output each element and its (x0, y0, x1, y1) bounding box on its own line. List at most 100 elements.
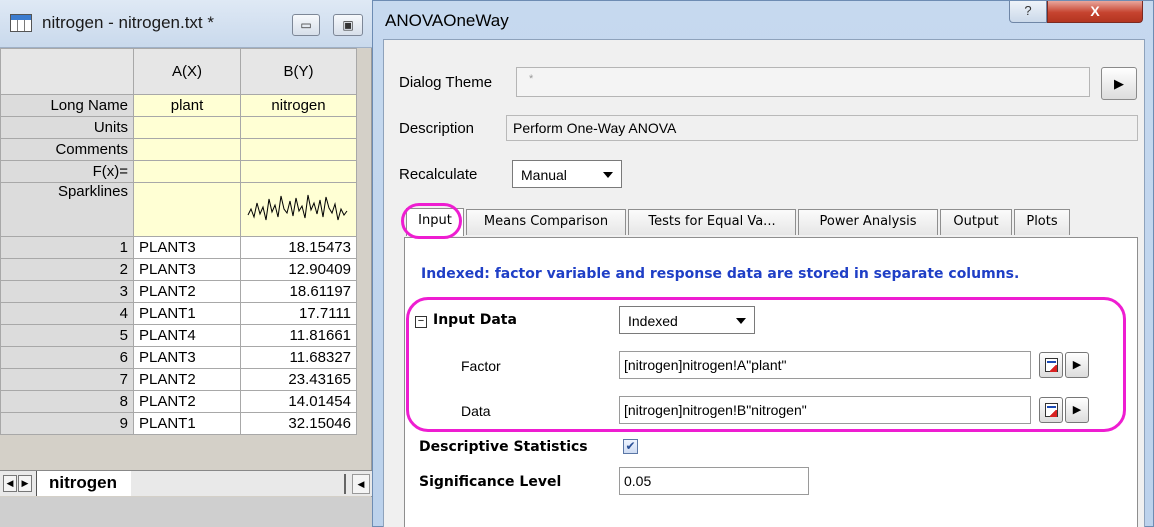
cell[interactable]: PLANT3 (133, 258, 241, 281)
cell[interactable] (133, 182, 241, 237)
cell[interactable]: 17.7111 (240, 302, 357, 325)
row-number[interactable]: 2 (0, 258, 134, 281)
sparkline-cell[interactable] (240, 182, 357, 237)
row-number[interactable]: 6 (0, 346, 134, 369)
tab-power-analysis[interactable]: Power Analysis (798, 209, 938, 235)
help-button[interactable]: ? (1009, 1, 1047, 23)
hscroll-left-button[interactable]: ◀ (352, 474, 370, 494)
sparkline-line (247, 194, 348, 221)
dialog-title: ANOVAOneWay (385, 11, 509, 30)
cell[interactable] (240, 116, 357, 139)
cell[interactable]: nitrogen (240, 94, 357, 117)
recalculate-value: Manual (521, 167, 567, 183)
tab-label: Tests for Equal Va... (648, 214, 776, 229)
minimize-button[interactable]: ▭ (292, 14, 320, 36)
tab-splitter[interactable] (344, 474, 346, 494)
cell[interactable]: PLANT2 (133, 390, 241, 413)
significance-level-label: Significance Level (419, 474, 562, 490)
cell[interactable] (133, 116, 241, 139)
close-icon: X (1090, 3, 1100, 19)
tab-label: Plots (1026, 214, 1058, 229)
descriptive-statistics-checkbox[interactable]: ✔ (623, 439, 638, 454)
cell[interactable] (240, 160, 357, 183)
cell[interactable]: PLANT4 (133, 324, 241, 347)
worksheet-icon (10, 14, 32, 32)
row-number[interactable]: 1 (0, 236, 134, 259)
chevron-down-icon (603, 172, 613, 178)
dialog-theme-value: * (529, 73, 534, 85)
checkmark-icon: ✔ (625, 439, 636, 453)
significance-level-value: 0.05 (624, 473, 652, 489)
chevron-left-icon: ◀ (6, 478, 14, 488)
row-number[interactable]: 9 (0, 412, 134, 435)
input-info-text: Indexed: factor variable and response da… (421, 266, 1020, 282)
worksheet-grid: A(X) B(Y) Long Name plant nitrogen Units… (0, 48, 357, 435)
tab-scroll-right-button[interactable]: ▶ (18, 475, 32, 492)
row-number[interactable]: 3 (0, 280, 134, 303)
cell[interactable]: 11.68327 (240, 346, 357, 369)
row-label-long-name[interactable]: Long Name (0, 94, 134, 117)
cell[interactable]: PLANT1 (133, 412, 241, 435)
tab-scroll-left-button[interactable]: ◀ (3, 475, 17, 492)
sheet-tab-bar: ◀ ▶ nitrogen ◀ (0, 470, 372, 496)
row-label-fx[interactable]: F(x)= (0, 160, 134, 183)
cell[interactable]: PLANT3 (133, 346, 241, 369)
sparkline-chart (247, 194, 348, 221)
restore-icon: ▣ (342, 18, 354, 32)
restore-button[interactable]: ▣ (333, 14, 363, 36)
cell[interactable]: 12.90409 (240, 258, 357, 281)
cell[interactable]: PLANT2 (133, 280, 241, 303)
significance-level-input[interactable]: 0.05 (619, 467, 809, 495)
corner-cell[interactable] (0, 48, 134, 95)
cell[interactable]: 11.81661 (240, 324, 357, 347)
worksheet-status-area (0, 497, 372, 527)
row-label-units[interactable]: Units (0, 116, 134, 139)
cell[interactable] (133, 138, 241, 161)
column-header-a[interactable]: A(X) (133, 48, 241, 95)
cell[interactable]: PLANT1 (133, 302, 241, 325)
recalculate-label: Recalculate (399, 166, 478, 183)
input-tab-highlight (401, 203, 462, 239)
row-label-sparklines[interactable]: Sparklines (0, 182, 134, 237)
cell[interactable]: PLANT3 (133, 236, 241, 259)
row-number[interactable]: 8 (0, 390, 134, 413)
dialog-theme-menu-button[interactable]: ▶ (1101, 67, 1137, 100)
cell[interactable] (133, 160, 241, 183)
arrow-left-icon: ◀ (357, 479, 365, 489)
cell[interactable]: 23.43165 (240, 368, 357, 391)
row-number[interactable]: 5 (0, 324, 134, 347)
dialog-body: Dialog Theme * ▶ Description Perform One… (383, 39, 1145, 527)
tab-tests-for-equal-variance[interactable]: Tests for Equal Va... (628, 209, 796, 235)
cell[interactable]: PLANT2 (133, 368, 241, 391)
cell[interactable]: 18.15473 (240, 236, 357, 259)
tab-label: Power Analysis (819, 214, 917, 229)
cell[interactable] (240, 138, 357, 161)
tab-means-comparison[interactable]: Means Comparison (466, 209, 626, 235)
dialog-theme-field[interactable]: * (516, 67, 1090, 97)
cell[interactable]: 18.61197 (240, 280, 357, 303)
worksheet-title: nitrogen - nitrogen.txt * (42, 13, 214, 32)
descriptive-statistics-label: Descriptive Statistics (419, 439, 588, 455)
cell[interactable]: plant (133, 94, 241, 117)
tab-label: Output (953, 214, 999, 229)
anova-dialog: ANOVAOneWay ? X Dialog Theme * ▶ Descrip… (372, 0, 1154, 527)
tab-output[interactable]: Output (940, 209, 1012, 235)
triangle-right-icon: ▶ (1114, 76, 1124, 91)
sheet-tab-label: nitrogen (49, 473, 117, 492)
cell[interactable]: 14.01454 (240, 390, 357, 413)
worksheet-titlebar[interactable]: nitrogen - nitrogen.txt * ▭ ▣ (0, 0, 372, 48)
recalculate-select[interactable]: Manual (512, 160, 622, 188)
column-header-b[interactable]: B(Y) (240, 48, 357, 95)
sheet-tab-nitrogen[interactable]: nitrogen (36, 471, 131, 496)
tab-plots[interactable]: Plots (1014, 209, 1070, 235)
tab-label: Means Comparison (483, 214, 609, 229)
minimize-icon: ▭ (300, 18, 312, 32)
cell[interactable]: 32.15046 (240, 412, 357, 435)
help-icon: ? (1024, 3, 1032, 18)
close-button[interactable]: X (1047, 1, 1143, 23)
row-label-comments[interactable]: Comments (0, 138, 134, 161)
row-number[interactable]: 7 (0, 368, 134, 391)
worksheet-window: nitrogen - nitrogen.txt * ▭ ▣ A(X) B(Y) … (0, 0, 372, 527)
description-field: Perform One-Way ANOVA (506, 115, 1138, 141)
row-number[interactable]: 4 (0, 302, 134, 325)
